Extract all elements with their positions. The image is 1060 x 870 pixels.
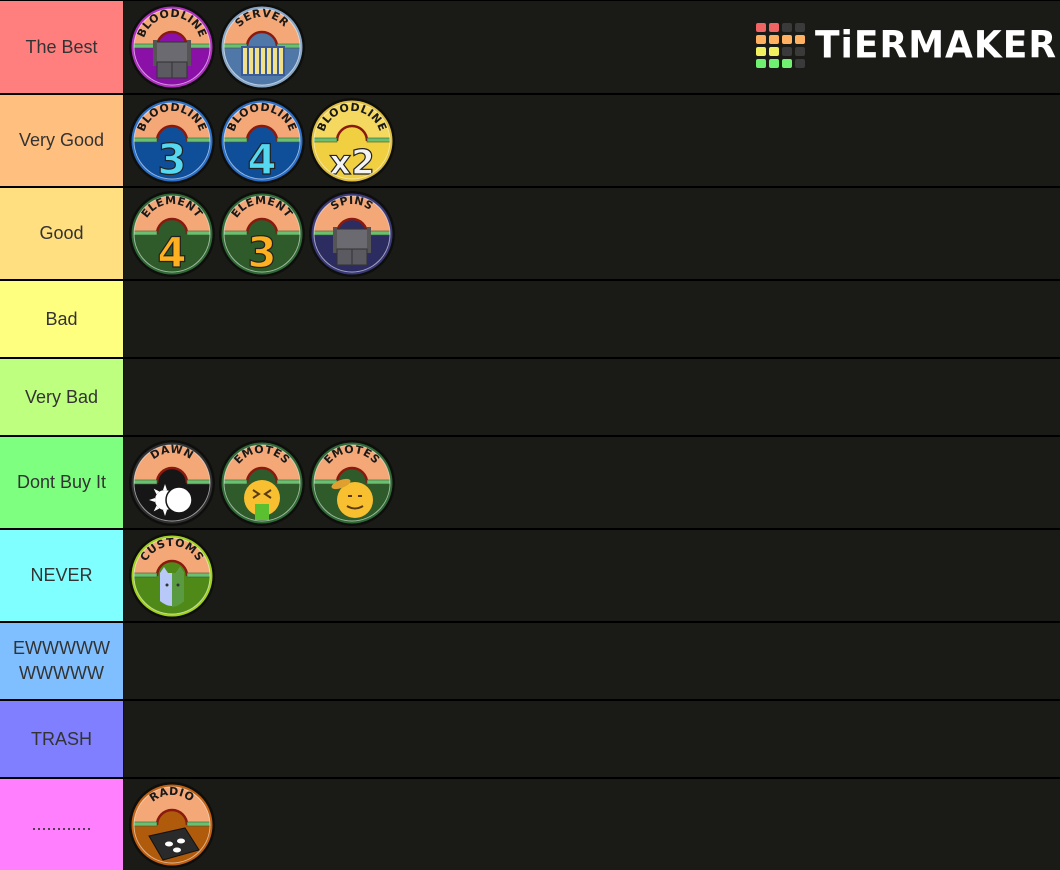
tier-row: EWWWWWWWWWW <box>0 621 1060 699</box>
spin-machine-icon <box>333 226 371 265</box>
logo-cell <box>795 46 805 56</box>
logo-grid-icon <box>756 22 805 68</box>
badge-dawn[interactable]: DAWN <box>127 438 217 528</box>
tier-items-dropzone[interactable] <box>124 701 1060 777</box>
tier-items-dropzone[interactable]: RADIO <box>124 779 1060 870</box>
logo-cell <box>756 46 766 56</box>
number-4-icon: 4 <box>157 228 186 277</box>
tier-row: Dont Buy It DAWN EMOTES EMOTES <box>0 435 1060 528</box>
logo-cell <box>756 22 766 32</box>
tier-items-dropzone[interactable]: 3 BLOODLINE 4 BLOODLINE x2 BLOODLINE <box>124 95 1060 186</box>
tier-items-dropzone[interactable] <box>124 359 1060 435</box>
number-3-icon: 3 <box>247 228 276 277</box>
tier-row: NEVER CUSTOMS <box>0 528 1060 621</box>
badge-element[interactable]: 3 ELEMENT <box>217 189 307 279</box>
badge-server[interactable]: SERVER <box>217 2 307 92</box>
badge-emotes[interactable]: EMOTES <box>217 438 307 528</box>
badge-spins[interactable]: SPINS <box>307 189 397 279</box>
tier-items-dropzone[interactable] <box>124 281 1060 357</box>
tier-row: Very Good 3 BLOODLINE 4 BLOODLINE x2 BLO… <box>0 93 1060 186</box>
tier-label[interactable]: The Best <box>0 1 124 93</box>
logo-cell <box>769 22 779 32</box>
logo-cell <box>769 34 779 44</box>
logo-cell <box>756 58 766 68</box>
tier-label[interactable]: Dont Buy It <box>0 437 124 528</box>
logo-cell <box>795 58 805 68</box>
tier-row: ............ RADIO <box>0 777 1060 870</box>
badge-bloodline[interactable]: 3 BLOODLINE <box>127 96 217 186</box>
logo-cell <box>769 46 779 56</box>
badge-bloodline[interactable]: x2 BLOODLINE <box>307 96 397 186</box>
tier-label[interactable]: EWWWWWWWWWW <box>0 623 124 699</box>
number-3-icon: 3 <box>157 135 186 184</box>
cat-mask-icon <box>160 566 184 607</box>
server-scroll-icon <box>241 46 285 76</box>
tier-items-dropzone[interactable] <box>124 623 1060 699</box>
tier-items-dropzone[interactable]: DAWN EMOTES EMOTES <box>124 437 1060 528</box>
badge-radio[interactable]: RADIO <box>127 780 217 870</box>
logo-cell <box>756 34 766 44</box>
tier-items-dropzone[interactable]: CUSTOMS <box>124 530 1060 621</box>
logo-text: TiERMAKER <box>815 23 1058 67</box>
badge-emotes[interactable]: EMOTES <box>307 438 397 528</box>
tier-label[interactable]: Very Bad <box>0 359 124 435</box>
badge-element[interactable]: 4 ELEMENT <box>127 189 217 279</box>
logo-cell <box>795 34 805 44</box>
tier-list: The Best BLOODLINE SERVER Very Good 3 BL… <box>0 0 1060 870</box>
tier-label[interactable]: Good <box>0 188 124 279</box>
tier-label[interactable]: NEVER <box>0 530 124 621</box>
logo-cell <box>782 46 792 56</box>
tier-row: TRASH <box>0 699 1060 777</box>
tier-label[interactable]: Bad <box>0 281 124 357</box>
badge-bloodline[interactable]: BLOODLINE <box>127 2 217 92</box>
tiermaker-logo: TiERMAKER <box>756 20 1057 70</box>
spin-machine-icon <box>153 40 191 79</box>
tier-row: Very Bad <box>0 357 1060 435</box>
logo-cell <box>782 58 792 68</box>
tier-row: Bad <box>0 279 1060 357</box>
logo-cell <box>795 22 805 32</box>
badge-bloodline[interactable]: 4 BLOODLINE <box>217 96 307 186</box>
tier-label[interactable]: ............ <box>0 779 124 870</box>
number-4-icon: 4 <box>247 135 276 184</box>
tier-label[interactable]: Very Good <box>0 95 124 186</box>
logo-cell <box>769 58 779 68</box>
logo-cell <box>782 34 792 44</box>
logo-cell <box>782 22 792 32</box>
tier-label[interactable]: TRASH <box>0 701 124 777</box>
tier-row: Good 4 ELEMENT 3 ELEMENT SPINS <box>0 186 1060 279</box>
badge-customs[interactable]: CUSTOMS <box>127 531 217 621</box>
tier-items-dropzone[interactable]: 4 ELEMENT 3 ELEMENT SPINS <box>124 188 1060 279</box>
